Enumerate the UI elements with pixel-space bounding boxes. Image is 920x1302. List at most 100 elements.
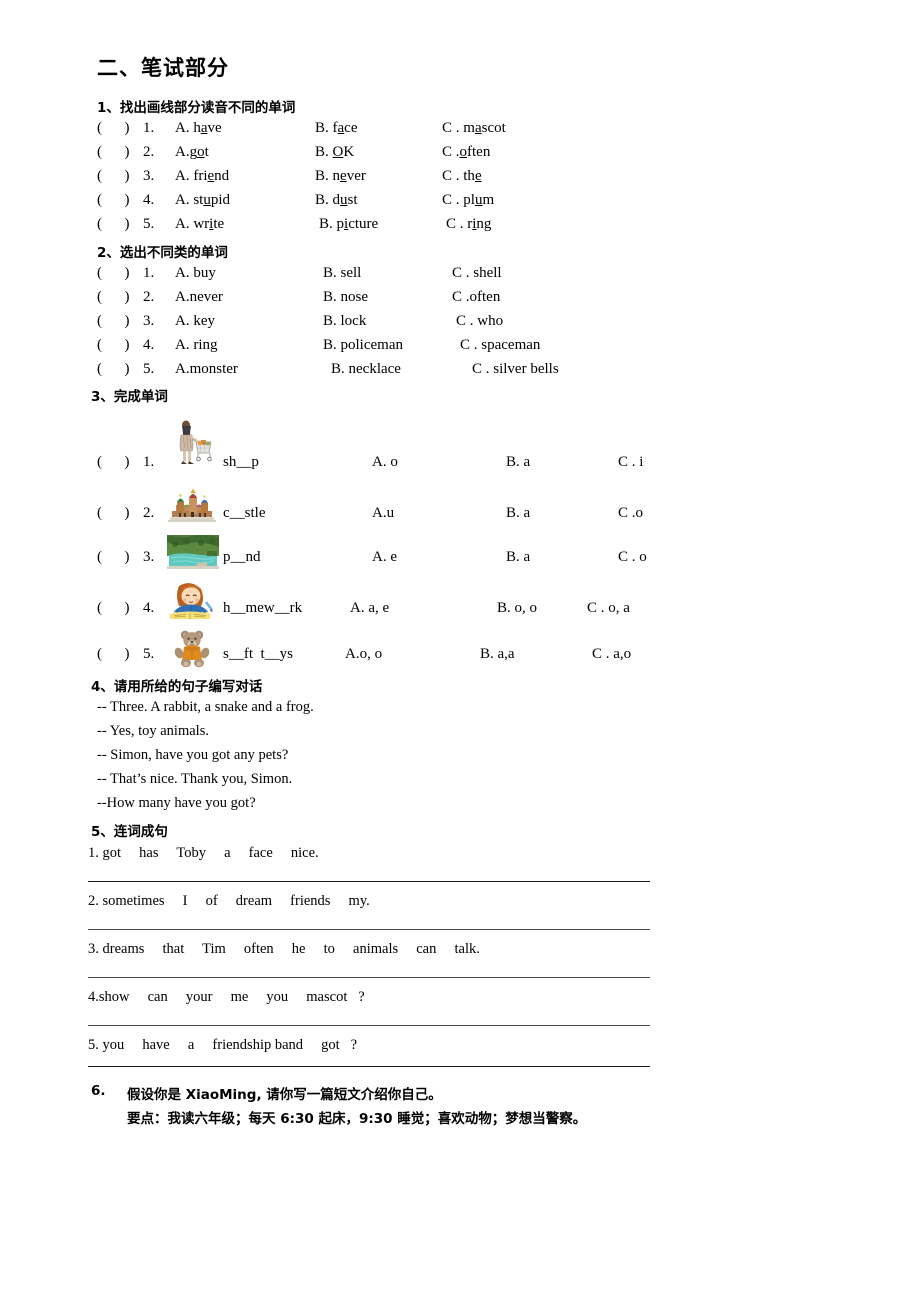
option-b[interactable]: B. face <box>315 120 358 137</box>
item-number: 4. <box>143 337 155 353</box>
answer-blank[interactable]: ( ) <box>97 646 130 663</box>
table-row: ( ) 5. A. write B. picture C . ring <box>97 216 657 236</box>
option-a[interactable]: A.never <box>175 289 223 306</box>
option-a[interactable]: A. stupid <box>175 192 230 209</box>
item-number: 4. <box>143 600 155 616</box>
dialogue-line: -- Simon, have you got any pets? <box>97 747 289 763</box>
section-6-points: 要点：我读六年级；每天 6:30 起床，9:30 睡觉；喜欢动物；梦想当警察。 <box>127 1111 587 1127</box>
woman-shopping-cart-photo <box>168 417 216 467</box>
option-b[interactable]: B. a,a <box>480 646 515 663</box>
option-b[interactable]: B. OK <box>315 144 354 161</box>
section-3-heading: 3、完成单词 <box>91 389 168 405</box>
dialogue-line: -- That’s nice. Thank you, Simon. <box>97 771 293 787</box>
option-b[interactable]: B. a <box>506 454 530 471</box>
option-c[interactable]: C .often <box>452 289 500 306</box>
option-b[interactable]: B. a <box>506 549 530 566</box>
table-row: ( ) 2. A.never B. nose C .often <box>97 289 657 309</box>
option-b[interactable]: B. sell <box>323 265 361 282</box>
option-a[interactable]: A. o <box>372 454 398 471</box>
item-number: 1. <box>143 120 155 136</box>
table-row: ( ) 2. A.got B. OK C .often <box>97 144 657 164</box>
option-a[interactable]: A. e <box>372 549 397 566</box>
answer-rule[interactable] <box>88 1066 650 1067</box>
answer-rule[interactable] <box>88 929 650 930</box>
option-b[interactable]: B. lock <box>323 313 366 330</box>
answer-blank[interactable]: ( ) <box>97 289 130 306</box>
section-6-number: 6. <box>91 1083 106 1099</box>
item-number: 1. <box>143 265 155 281</box>
table-row: ( ) 1. A. have B. face C . mascot <box>97 120 657 140</box>
option-b[interactable]: B. necklace <box>331 361 401 378</box>
dialogue-line: -- Yes, toy animals. <box>97 723 209 739</box>
option-b[interactable]: B. policeman <box>323 337 403 354</box>
option-a[interactable]: A.o, o <box>345 646 382 663</box>
word-blank: p__nd <box>223 549 261 565</box>
option-c[interactable]: C .o <box>618 505 643 522</box>
option-c[interactable]: C . plum <box>442 192 494 209</box>
answer-rule[interactable] <box>88 881 650 882</box>
option-a[interactable]: A.u <box>372 505 394 522</box>
word-blank: c__stle <box>223 505 266 521</box>
option-c[interactable]: C . the <box>442 168 482 185</box>
dialogue-line: --How many have you got? <box>97 795 256 811</box>
answer-blank[interactable]: ( ) <box>97 216 130 233</box>
option-c[interactable]: C . a,o <box>592 646 631 663</box>
section-2-heading: 2、选出不同类的单词 <box>97 245 228 261</box>
dialogue-line: -- Three. A rabbit, a snake and a frog. <box>97 699 314 715</box>
option-c[interactable]: C . silver bells <box>472 361 559 378</box>
answer-blank[interactable]: ( ) <box>97 120 130 137</box>
answer-blank[interactable]: ( ) <box>97 361 130 378</box>
teddy-bear-photo <box>168 627 216 669</box>
option-b[interactable]: B. dust <box>315 192 358 209</box>
answer-blank[interactable]: ( ) <box>97 144 130 161</box>
option-c[interactable]: C .often <box>442 144 490 161</box>
option-a[interactable]: A. buy <box>175 265 216 282</box>
option-b[interactable]: B. nose <box>323 289 368 306</box>
answer-blank[interactable]: ( ) <box>97 549 130 566</box>
word-blank: h__mew__rk <box>223 600 303 616</box>
item-number: 3. <box>143 168 155 184</box>
option-a[interactable]: A. a, e <box>350 600 389 617</box>
answer-blank[interactable]: ( ) <box>97 168 130 185</box>
option-b[interactable]: B. never <box>315 168 366 185</box>
table-row: ( ) 5. A.monster B. necklace C . silver … <box>97 361 657 381</box>
item-number: 2. <box>143 505 155 521</box>
option-c[interactable]: C . i <box>618 454 643 471</box>
option-c[interactable]: C . who <box>456 313 503 330</box>
answer-blank[interactable]: ( ) <box>97 505 130 522</box>
word-blank: s__ft t__ys <box>223 646 294 662</box>
item-number: 2. <box>143 289 155 305</box>
option-a[interactable]: A. have <box>175 120 222 137</box>
option-a[interactable]: A.got <box>175 144 209 161</box>
scramble-line: 1. got has Toby a face nice. <box>88 845 319 861</box>
option-b[interactable]: B. a <box>506 505 530 522</box>
answer-blank[interactable]: ( ) <box>97 337 130 354</box>
section-5-heading: 5、连词成句 <box>91 824 168 840</box>
castle-photo <box>164 489 220 525</box>
option-c[interactable]: C . mascot <box>442 120 506 137</box>
option-a[interactable]: A.monster <box>175 361 238 378</box>
table-row: ( ) 4. A. ring B. policeman C . spaceman <box>97 337 657 357</box>
option-c[interactable]: C . ring <box>446 216 491 233</box>
answer-blank[interactable]: ( ) <box>97 313 130 330</box>
option-c[interactable]: C . o, a <box>587 600 630 617</box>
option-a[interactable]: A. key <box>175 313 215 330</box>
answer-rule[interactable] <box>88 977 650 978</box>
answer-rule[interactable] <box>88 1025 650 1026</box>
option-a[interactable]: A. ring <box>175 337 218 354</box>
option-c[interactable]: C . shell <box>452 265 502 282</box>
option-a[interactable]: A. friend <box>175 168 229 185</box>
option-b[interactable]: B. picture <box>319 216 378 233</box>
page-title: 二、笔试部分 <box>97 56 229 80</box>
answer-blank[interactable]: ( ) <box>97 192 130 209</box>
answer-blank[interactable]: ( ) <box>97 265 130 282</box>
item-number: 1. <box>143 454 155 470</box>
answer-blank[interactable]: ( ) <box>97 454 130 471</box>
table-row: ( ) 4. A. stupid B. dust C . plum <box>97 192 657 212</box>
option-a[interactable]: A. write <box>175 216 224 233</box>
option-c[interactable]: C . spaceman <box>460 337 540 354</box>
item-number: 3. <box>143 549 155 565</box>
answer-blank[interactable]: ( ) <box>97 600 130 617</box>
option-c[interactable]: C . o <box>618 549 647 566</box>
option-b[interactable]: B. o, o <box>497 600 537 617</box>
